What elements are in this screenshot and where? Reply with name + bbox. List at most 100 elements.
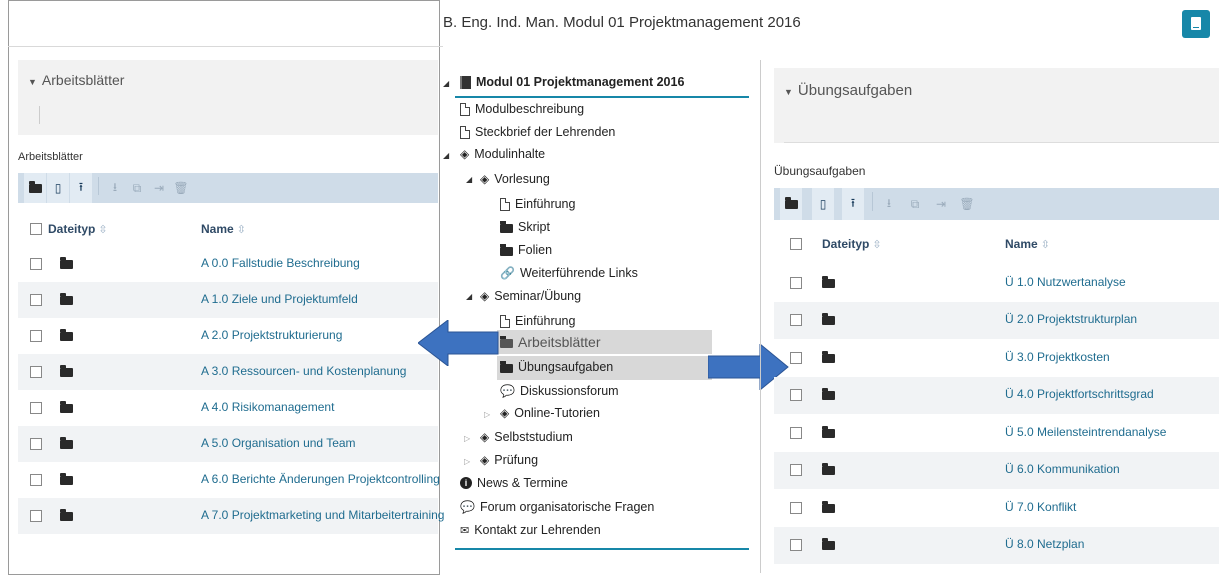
row-checkbox[interactable] <box>30 330 42 342</box>
tree-item-einfuehrung-vorlesung[interactable]: Einführung <box>500 197 575 211</box>
table-row[interactable]: Ü 2.0 Projektstrukturplan <box>774 301 1219 339</box>
delete-button[interactable]: 🗑 <box>956 188 978 220</box>
move-button[interactable]: ⇥ <box>930 188 952 220</box>
tree-item-news[interactable]: i News & Termine <box>460 476 568 490</box>
table-row[interactable]: A 0.0 Fallstudie Beschreibung <box>18 246 438 282</box>
tree-item-skript[interactable]: Skript <box>500 220 550 234</box>
col-header-type[interactable]: Dateityp ⇳ <box>48 222 108 236</box>
file-name-link[interactable]: Ü 8.0 Netzplan <box>1005 537 1084 551</box>
new-file-button[interactable]: ▯ <box>47 173 69 203</box>
table-row[interactable]: Ü 6.0 Kommunikation <box>774 451 1219 489</box>
table-row[interactable]: Ü 3.0 Projektkosten <box>774 339 1219 377</box>
upload-button[interactable]: ⭱ <box>70 173 92 203</box>
right-accordion-header[interactable]: ▼ Übungsaufgaben <box>784 82 912 100</box>
file-name-link[interactable]: Ü 7.0 Konflikt <box>1005 500 1076 514</box>
file-name-link[interactable]: Ü 6.0 Kommunikation <box>1005 462 1120 476</box>
file-name-link[interactable]: Ü 4.0 Projektfortschrittsgrad <box>1005 387 1154 401</box>
tree-item-folien[interactable]: Folien <box>500 243 552 257</box>
file-name-link[interactable]: A 2.0 Projektstrukturierung <box>201 328 342 342</box>
row-checkbox[interactable] <box>790 501 802 514</box>
row-checkbox[interactable] <box>30 258 42 270</box>
collapse-arrow-icon[interactable]: ▷ <box>464 434 470 443</box>
tree-item-modulinhalte[interactable]: ◈ Modulinhalte <box>460 147 545 161</box>
tree-root[interactable]: Modul 01 Projektmanagement 2016 <box>460 75 684 89</box>
tree-item-kontakt[interactable]: ✉ Kontakt zur Lehrenden <box>460 523 601 537</box>
row-checkbox[interactable] <box>30 402 42 414</box>
left-accordion-header[interactable]: ▼ Arbeitsblätter <box>28 72 124 90</box>
download-button[interactable]: ⭳ <box>878 188 900 220</box>
file-name-link[interactable]: A 5.0 Organisation und Team <box>201 436 356 450</box>
tree-item-forum[interactable]: 💬 Forum organisatorische Fragen <box>460 500 654 514</box>
copy-button[interactable]: ⧉ <box>126 173 148 203</box>
row-checkbox[interactable] <box>30 366 42 378</box>
expand-arrow-icon[interactable]: ◢ <box>443 79 449 88</box>
file-name-link[interactable]: A 6.0 Berichte Änderungen Projektcontrol… <box>201 472 440 486</box>
right-toolbar: ▯ ⭱ ⭳ ⧉ ⇥ 🗑 <box>774 188 1219 220</box>
upload-button[interactable]: ⭱ <box>842 188 864 220</box>
row-checkbox[interactable] <box>790 351 802 364</box>
row-checkbox[interactable] <box>790 426 802 439</box>
row-checkbox[interactable] <box>30 474 42 486</box>
table-row[interactable]: Ü 8.0 Netzplan <box>774 526 1219 564</box>
file-name-link[interactable]: Ü 2.0 Projektstrukturplan <box>1005 312 1137 326</box>
tree-item-seminar[interactable]: ◈ Seminar/Übung <box>480 289 581 303</box>
col-header-name[interactable]: Name ⇳ <box>1005 237 1050 251</box>
tree-item-pruefung[interactable]: ◈ Prüfung <box>480 453 538 467</box>
row-checkbox[interactable] <box>790 276 802 289</box>
delete-button[interactable]: 🗑 <box>170 173 192 203</box>
table-row[interactable]: Ü 5.0 Meilensteintrendanalyse <box>774 414 1219 452</box>
row-checkbox[interactable] <box>30 510 42 522</box>
collapse-arrow-icon[interactable]: ▷ <box>484 410 490 419</box>
copy-button[interactable]: ⧉ <box>904 188 926 220</box>
tree-item-diskussionsforum[interactable]: 💬 Diskussionsforum <box>500 384 619 398</box>
table-row[interactable]: A 7.0 Projektmarketing und Mitarbeitertr… <box>18 498 444 534</box>
table-row[interactable]: A 3.0 Ressourcen- und Kostenplanung <box>18 354 438 390</box>
select-all-checkbox[interactable] <box>30 223 42 235</box>
tree-item-online-tutorien[interactable]: ◈ Online-Tutorien <box>500 406 600 420</box>
row-checkbox[interactable] <box>790 314 802 327</box>
tree-item-uebungsaufgaben[interactable]: Übungsaufgaben <box>500 360 613 374</box>
folder-icon <box>822 313 835 326</box>
table-row[interactable]: Ü 1.0 Nutzwertanalyse <box>774 264 1219 302</box>
file-name-link[interactable]: A 4.0 Risikomanagement <box>201 400 334 414</box>
table-row[interactable]: Ü 7.0 Konflikt <box>774 489 1219 527</box>
row-checkbox[interactable] <box>790 464 802 477</box>
folder-button[interactable] <box>24 173 46 203</box>
expand-arrow-icon[interactable]: ◢ <box>466 292 472 301</box>
download-button[interactable]: ⭳ <box>104 173 126 203</box>
file-name-link[interactable]: Ü 5.0 Meilensteintrendanalyse <box>1005 425 1166 439</box>
tree-item-arbeitsblaetter[interactable]: Arbeitsblätter <box>500 334 600 350</box>
tree-item-selbststudium[interactable]: ◈ Selbststudium <box>480 430 573 444</box>
row-checkbox[interactable] <box>30 294 42 306</box>
file-name-link[interactable]: Ü 1.0 Nutzwertanalyse <box>1005 275 1126 289</box>
move-button[interactable]: ⇥ <box>148 173 170 203</box>
table-row[interactable]: A 1.0 Ziele und Projektumfeld <box>18 282 438 318</box>
table-row[interactable]: A 6.0 Berichte Änderungen Projektcontrol… <box>18 462 440 498</box>
col-header-type[interactable]: Dateityp ⇳ <box>822 237 882 251</box>
table-row[interactable]: A 4.0 Risikomanagement <box>18 390 438 426</box>
tree-item-links[interactable]: 🔗 Weiterführende Links <box>500 266 638 280</box>
file-name-link[interactable]: A 1.0 Ziele und Projektumfeld <box>201 292 358 306</box>
file-name-link[interactable]: Ü 3.0 Projektkosten <box>1005 350 1110 364</box>
tree-item-modulbeschreibung[interactable]: Modulbeschreibung <box>460 102 584 116</box>
table-row[interactable]: A 5.0 Organisation und Team <box>18 426 438 462</box>
select-all-checkbox[interactable] <box>790 238 802 250</box>
file-name-link[interactable]: A 3.0 Ressourcen- und Kostenplanung <box>201 364 406 378</box>
tree-item-steckbrief[interactable]: Steckbrief der Lehrenden <box>460 125 615 139</box>
table-row[interactable]: A 2.0 Projektstrukturierung <box>18 318 438 354</box>
row-checkbox[interactable] <box>30 438 42 450</box>
collapse-arrow-icon[interactable]: ▷ <box>464 457 470 466</box>
table-row[interactable]: Ü 4.0 Projektfortschrittsgrad <box>774 376 1219 414</box>
tree-item-vorlesung[interactable]: ◈ Vorlesung <box>480 172 550 186</box>
file-name-link[interactable]: A 0.0 Fallstudie Beschreibung <box>201 256 360 270</box>
col-header-name[interactable]: Name ⇳ <box>201 222 246 236</box>
folder-button[interactable] <box>780 188 802 220</box>
row-checkbox[interactable] <box>790 389 802 402</box>
file-name-link[interactable]: A 7.0 Projektmarketing und Mitarbeitertr… <box>201 508 444 522</box>
expand-arrow-icon[interactable]: ◢ <box>466 175 472 184</box>
expand-arrow-icon[interactable]: ◢ <box>443 151 449 160</box>
book-button[interactable] <box>1182 10 1210 38</box>
new-file-button[interactable]: ▯ <box>812 188 834 220</box>
row-checkbox[interactable] <box>790 539 802 552</box>
tree-item-einfuehrung-seminar[interactable]: Einführung <box>500 314 575 328</box>
